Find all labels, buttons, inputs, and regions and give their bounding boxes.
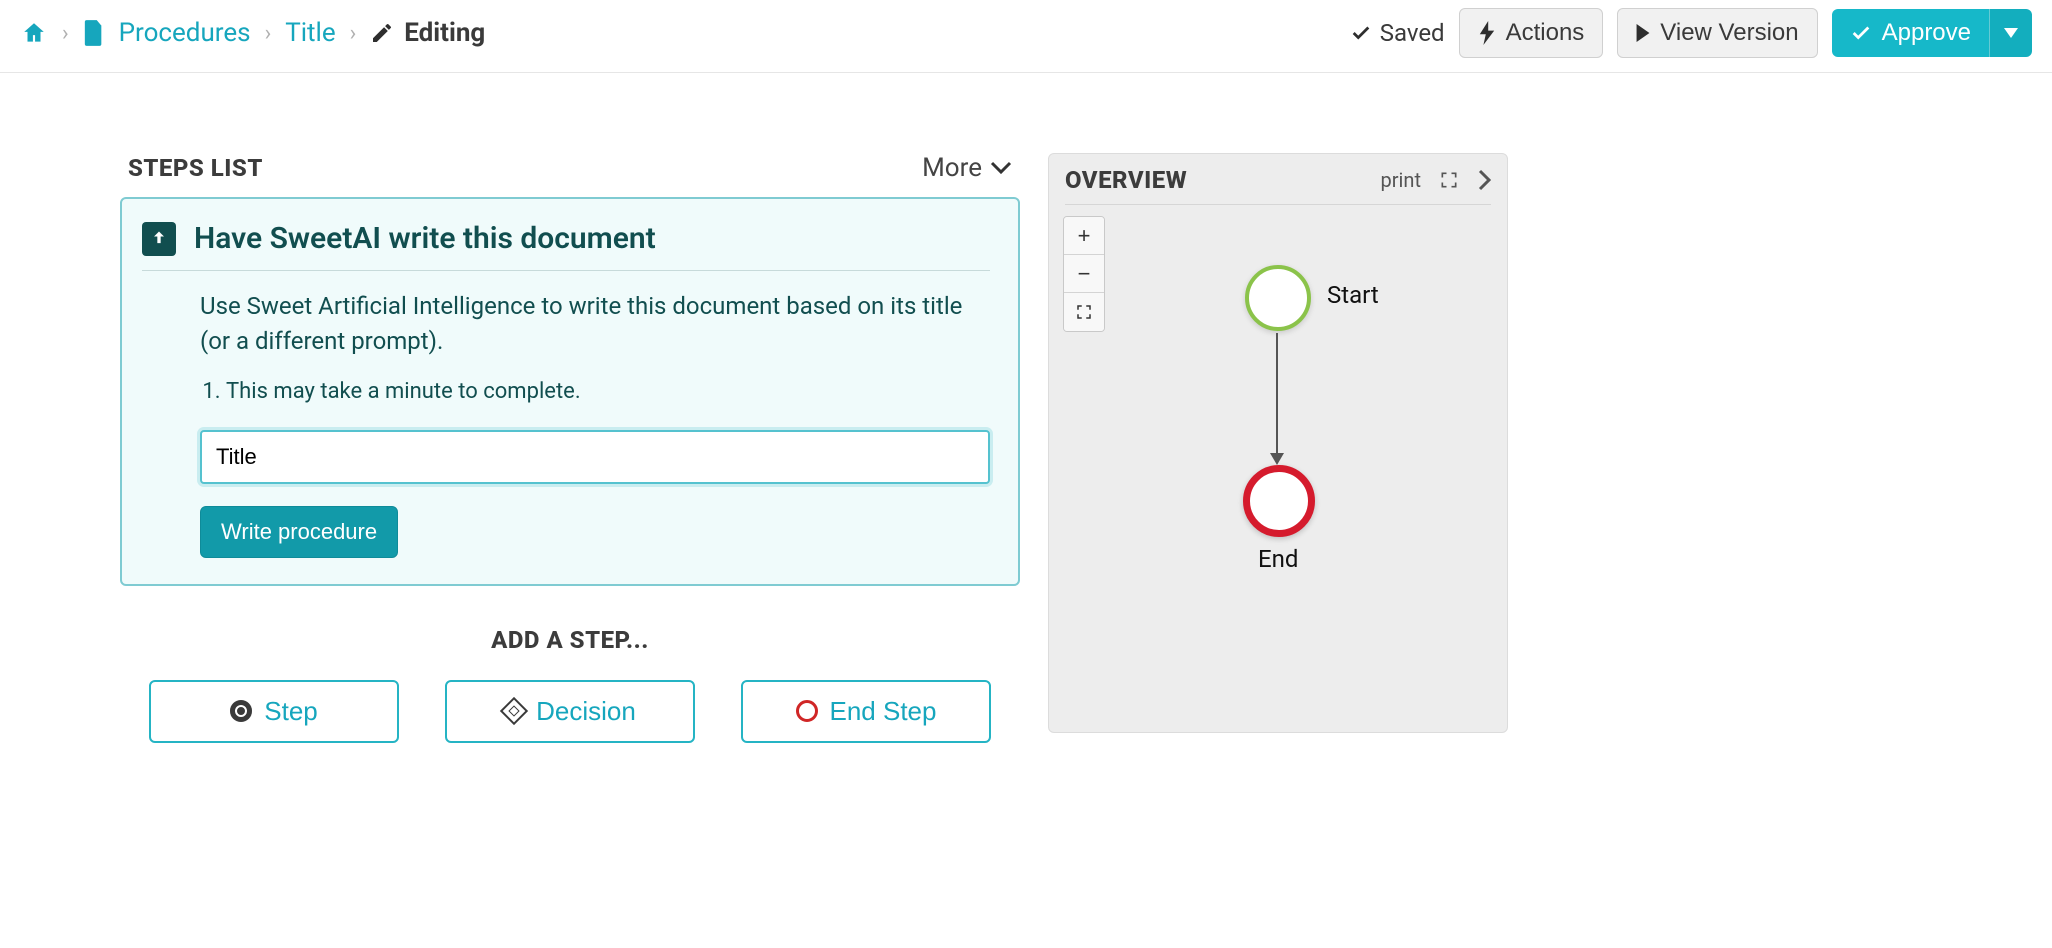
caret-down-icon [2004,28,2018,38]
chevron-right-icon[interactable] [1477,169,1491,191]
add-step-header: ADD A STEP... [120,626,1020,654]
upload-icon [142,222,176,256]
top-actions: Saved Actions View Version Approve [1350,8,2032,58]
approve-label: Approve [1882,19,1971,47]
breadcrumb-separator: › [265,21,272,46]
start-node-label: Start [1327,281,1379,309]
home-icon[interactable] [20,20,48,46]
approve-dropdown-toggle[interactable] [1989,9,2032,57]
ai-write-card: Have SweetAI write this document Use Swe… [120,197,1020,586]
add-step-buttons: Step Decision End Step [120,680,1020,743]
check-icon [1850,22,1872,44]
ai-card-header: Have SweetAI write this document [142,221,990,271]
write-procedure-button[interactable]: Write procedure [200,506,398,558]
saved-indicator: Saved [1350,19,1445,47]
more-label: More [922,153,982,183]
breadcrumb: › Procedures › Title › Editing [20,18,485,48]
step-icon [230,700,252,722]
main-content: STEPS LIST More Have SweetAI write this … [0,73,2052,783]
actions-label: Actions [1506,19,1585,47]
decision-icon [500,697,528,725]
add-decision-button[interactable]: Decision [445,680,695,743]
ai-card-body: Use Sweet Artificial Intelligence to wri… [144,271,990,558]
approve-split-button: Approve [1832,9,2032,57]
end-node-label: End [1258,545,1298,573]
view-version-button[interactable]: View Version [1617,8,1817,58]
expand-icon[interactable] [1439,170,1459,190]
overview-tools: print [1381,168,1491,192]
breadcrumb-separator: › [62,21,69,46]
ai-title-input[interactable] [200,430,990,484]
overview-title: OVERVIEW [1065,166,1187,194]
view-version-label: View Version [1660,19,1798,47]
check-icon [1350,22,1372,44]
steps-list-title: STEPS LIST [128,154,263,182]
steps-column: STEPS LIST More Have SweetAI write this … [120,153,1020,743]
end-node[interactable] [1243,465,1315,537]
breadcrumb-editing-label: Editing [404,18,485,48]
add-end-step-label: End Step [830,696,937,727]
ai-card-description: Use Sweet Artificial Intelligence to wri… [200,289,990,359]
chevron-down-icon [990,161,1012,175]
breadcrumb-current: Editing [370,18,485,48]
breadcrumb-separator: › [350,21,357,46]
lightning-icon [1478,21,1496,45]
more-toggle[interactable]: More [922,153,1012,183]
add-decision-label: Decision [536,696,636,727]
start-node[interactable] [1245,265,1311,331]
overview-header: OVERVIEW print [1065,166,1491,205]
ai-card-note-1: This may take a minute to complete. [226,379,990,404]
saved-label: Saved [1380,19,1445,47]
file-icon [83,20,105,46]
flow-diagram[interactable]: Start End [1065,205,1491,665]
approve-button[interactable]: Approve [1832,9,1989,57]
overview-panel: OVERVIEW print + − [1048,153,1508,733]
play-icon [1636,24,1650,42]
add-step-label: Step [264,696,318,727]
add-end-step-button[interactable]: End Step [741,680,991,743]
ai-card-notes: This may take a minute to complete. [226,379,990,404]
steps-header-row: STEPS LIST More [120,153,1020,197]
ai-card-title: Have SweetAI write this document [194,221,656,256]
overview-print[interactable]: print [1381,168,1421,192]
actions-button[interactable]: Actions [1459,8,1604,58]
top-bar: › Procedures › Title › Editing Saved Act… [0,0,2052,73]
flow-arrow [1276,333,1278,463]
pencil-icon [370,21,394,45]
end-step-icon [796,700,818,722]
add-step-button[interactable]: Step [149,680,399,743]
overview-column: OVERVIEW print + − [1048,153,1508,733]
breadcrumb-procedures[interactable]: Procedures [119,18,251,48]
breadcrumb-title[interactable]: Title [285,18,335,48]
